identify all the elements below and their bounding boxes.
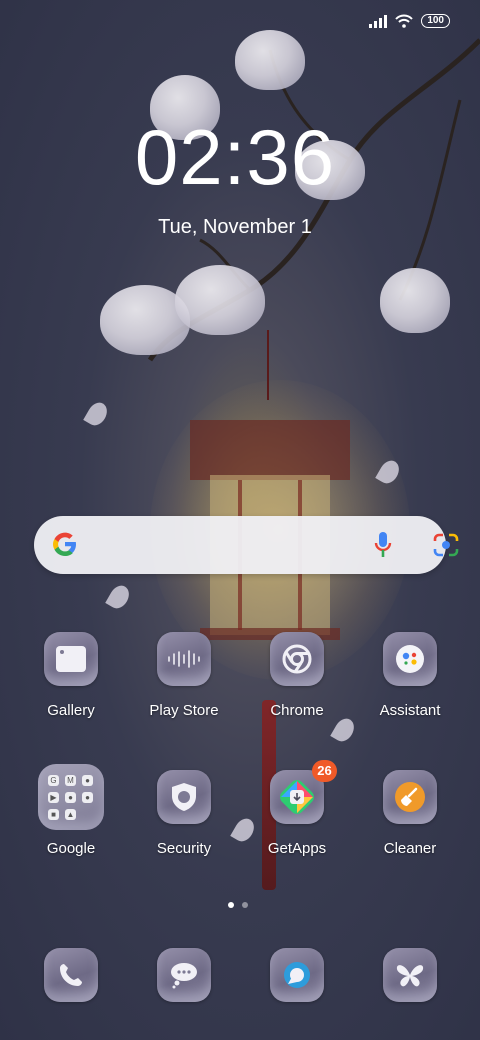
status-bar: 100 [369,14,450,28]
browser-icon [270,948,324,1002]
page-dot-active[interactable] [228,902,234,908]
app-cleaner[interactable]: Cleaner [355,770,465,857]
clock-date[interactable]: Tue, November 1 [0,216,470,239]
app-label: Assistant [379,702,441,719]
app-label: Google [46,840,96,857]
dock-browser[interactable] [242,948,352,1002]
chrome-icon [270,632,324,686]
falling-petal [330,715,358,745]
google-g-icon [53,532,76,556]
app-gallery[interactable]: Gallery [16,632,126,719]
dock-butterfly-app[interactable] [355,948,465,1002]
google-folder-icon: G M ● ▶ ● ● ■ ▲ [38,764,104,830]
dock-messages[interactable] [129,948,239,1002]
getapps-icon: 26 [270,760,337,824]
app-label: Cleaner [383,840,437,857]
app-play-store[interactable]: Play Store [129,632,239,719]
magnolia-flower [380,268,450,333]
battery-indicator: 100 [421,14,450,28]
messages-icon [157,948,211,1002]
assistant-icon [383,632,437,686]
broom-icon [383,770,437,824]
falling-petal [105,582,133,612]
page-indicator[interactable] [228,902,248,908]
app-folder-google[interactable]: G M ● ▶ ● ● ■ ▲ Google [16,764,126,857]
magnolia-flower [175,265,265,335]
shield-icon [157,770,211,824]
app-label: Chrome [270,702,324,719]
app-label: Gallery [47,702,95,719]
notification-badge: 26 [312,760,337,782]
app-label: Play Store [149,702,219,719]
gallery-icon [44,632,98,686]
app-label: Security [156,840,212,857]
clock-time[interactable]: 02:36 [0,112,470,203]
magnolia-flower [235,30,305,90]
phone-icon [44,948,98,1002]
wifi-icon [395,14,414,28]
butterfly-icon [383,948,437,1002]
microphone-icon[interactable] [374,531,392,559]
google-search-bar[interactable] [34,516,459,574]
app-chrome[interactable]: Chrome [242,632,352,719]
google-lens-icon[interactable] [433,533,459,557]
app-getapps[interactable]: 26 GetApps [242,760,352,857]
app-assistant[interactable]: Assistant [355,632,465,719]
page-dot[interactable] [242,902,248,908]
sound-bars-icon [157,632,211,686]
dock-phone[interactable] [16,948,126,1002]
app-security[interactable]: Security [129,770,239,857]
app-label: GetApps [267,840,327,857]
cell-signal-icon [369,14,388,28]
